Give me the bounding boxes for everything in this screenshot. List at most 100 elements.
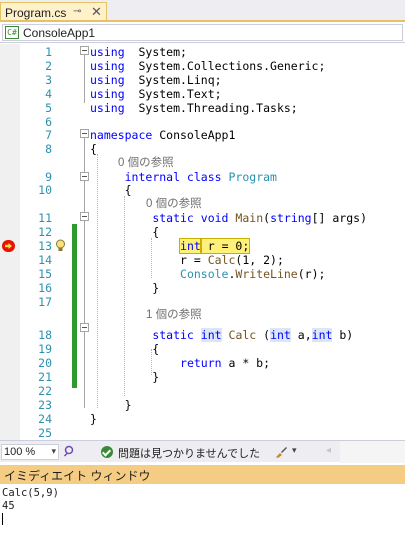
line-number: 24: [38, 412, 52, 426]
line-number: 8: [45, 142, 52, 156]
horizontal-scrollbar[interactable]: [340, 441, 405, 463]
code-line[interactable]: 1 using System;: [0, 45, 405, 59]
code-line[interactable]: 14 r = Calc(1, 2);: [0, 253, 405, 267]
scroll-left-arrow-icon[interactable]: ◂: [326, 445, 331, 456]
code-token: (: [256, 328, 271, 342]
code-text: internal class Program: [90, 170, 277, 184]
code-line[interactable]: 17: [0, 295, 405, 309]
line-number: 1: [45, 45, 52, 59]
fold-guide: [84, 221, 85, 289]
tab-title: Program.cs: [5, 6, 67, 20]
code-token: (r);: [297, 267, 326, 281]
line-number: 4: [45, 87, 52, 101]
line-number: 10: [38, 183, 52, 197]
code-text: {: [90, 142, 97, 156]
code-text: using System.Text;: [90, 87, 222, 101]
code-line[interactable]: 10 {: [0, 183, 405, 197]
code-line[interactable]: 23 }: [0, 398, 405, 412]
code-line[interactable]: 9 internal class Program: [0, 170, 405, 184]
intellicode-icon[interactable]: [63, 445, 75, 457]
code-line[interactable]: 20 return a * b;: [0, 356, 405, 370]
code-token: static: [152, 328, 194, 342]
code-token: r = 0;: [199, 238, 251, 254]
immediate-window-console[interactable]: Calc(5,9) 45: [0, 484, 405, 554]
code-line[interactable]: 6: [0, 115, 405, 129]
code-line[interactable]: 19 {: [0, 342, 405, 356]
line-number: 21: [38, 370, 52, 384]
code-line[interactable]: 7 namespace ConsoleApp1: [0, 128, 405, 142]
line-number: 13: [38, 239, 52, 253]
collapse-using-icon[interactable]: [80, 46, 89, 55]
code-line[interactable]: 25: [0, 426, 405, 440]
tab-strip: Program.cs ⊸ ✕: [0, 0, 405, 22]
zoom-dropdown[interactable]: 100 % ▾: [1, 444, 59, 460]
code-line[interactable]: 18 static int Calc (int a,int b): [0, 328, 405, 342]
line-number: 18: [38, 328, 52, 342]
code-token: {: [90, 142, 97, 156]
code-token: int: [179, 238, 202, 254]
code-editor[interactable]: 1 using System; 2 using System.Collections.…: [0, 44, 405, 440]
indent-guide: [124, 196, 125, 396]
immediate-input-line: Calc(5,9): [2, 487, 59, 499]
collapse-class-icon[interactable]: [80, 172, 89, 181]
code-line[interactable]: 5 using System.Threading.Tasks;: [0, 101, 405, 115]
code-token: Calc: [207, 253, 236, 267]
code-token: System.Text;: [124, 87, 222, 101]
code-text: using System.Collections.Generic;: [90, 59, 325, 73]
code-line[interactable]: 21 }: [0, 370, 405, 384]
code-text: using System;: [90, 45, 187, 59]
checkmark-circle-icon: [101, 446, 113, 458]
text-caret: [2, 513, 3, 525]
code-token: [] args): [311, 211, 367, 225]
line-number: 3: [45, 73, 52, 87]
code-line[interactable]: 15 Console.WriteLine(r);: [0, 267, 405, 281]
code-line[interactable]: 8{: [0, 142, 405, 156]
code-token: r =: [90, 253, 208, 267]
code-line[interactable]: 24}: [0, 412, 405, 426]
brush-icon[interactable]: [274, 445, 288, 459]
code-line[interactable]: 12 {: [0, 225, 405, 239]
codelens-references[interactable]: 1 個の参照: [146, 308, 202, 322]
code-text: }: [90, 412, 97, 426]
code-token: return: [180, 356, 222, 370]
immediate-window-title-bar[interactable]: イミディエイト ウィンドウ: [0, 465, 405, 484]
pin-icon[interactable]: ⊸: [73, 6, 81, 17]
code-text: r = Calc(1, 2);: [90, 253, 284, 267]
collapse-calc-icon[interactable]: [80, 323, 89, 332]
code-token: using: [90, 45, 125, 59]
issues-status[interactable]: 問題は見つかりませんでした: [118, 445, 260, 461]
code-line[interactable]: 16 }: [0, 281, 405, 295]
chevron-down-icon[interactable]: ▾: [292, 445, 297, 456]
current-statement-arrow-icon[interactable]: [2, 240, 15, 252]
line-number: 20: [38, 356, 52, 370]
code-line[interactable]: 11 static void Main(string[] args): [0, 211, 405, 225]
code-token: using: [90, 101, 125, 115]
code-line[interactable]: 22: [0, 384, 405, 398]
code-line[interactable]: 4 using System.Text;: [0, 87, 405, 101]
line-number: 6: [45, 115, 52, 129]
code-token: using: [90, 87, 125, 101]
tab-program-cs[interactable]: Program.cs ⊸ ✕: [0, 2, 107, 22]
code-line[interactable]: 3 using System.Linq;: [0, 73, 405, 87]
line-number: 14: [38, 253, 52, 267]
collapse-namespace-icon[interactable]: [80, 129, 89, 138]
line-number: 12: [38, 225, 52, 239]
codelens-references[interactable]: 0 個の参照: [118, 156, 174, 170]
code-text: using System.Threading.Tasks;: [90, 101, 298, 115]
code-token: string: [270, 211, 312, 225]
zoom-level: 100 %: [4, 446, 36, 458]
codelens-references[interactable]: 0 個の参照: [146, 197, 202, 211]
line-number: 19: [38, 342, 52, 356]
close-icon[interactable]: ✕: [91, 4, 102, 20]
line-number: 11: [38, 211, 52, 225]
code-token: (1, 2);: [235, 253, 284, 267]
code-line[interactable]: 2 using System.Collections.Generic;: [0, 59, 405, 73]
code-token: WriteLine: [235, 267, 298, 281]
code-text: Console.WriteLine(r);: [90, 267, 325, 281]
collapse-main-icon[interactable]: [80, 212, 89, 221]
lightbulb-icon[interactable]: [55, 239, 66, 252]
project-dropdown[interactable]: C# ConsoleApp1: [2, 24, 403, 41]
